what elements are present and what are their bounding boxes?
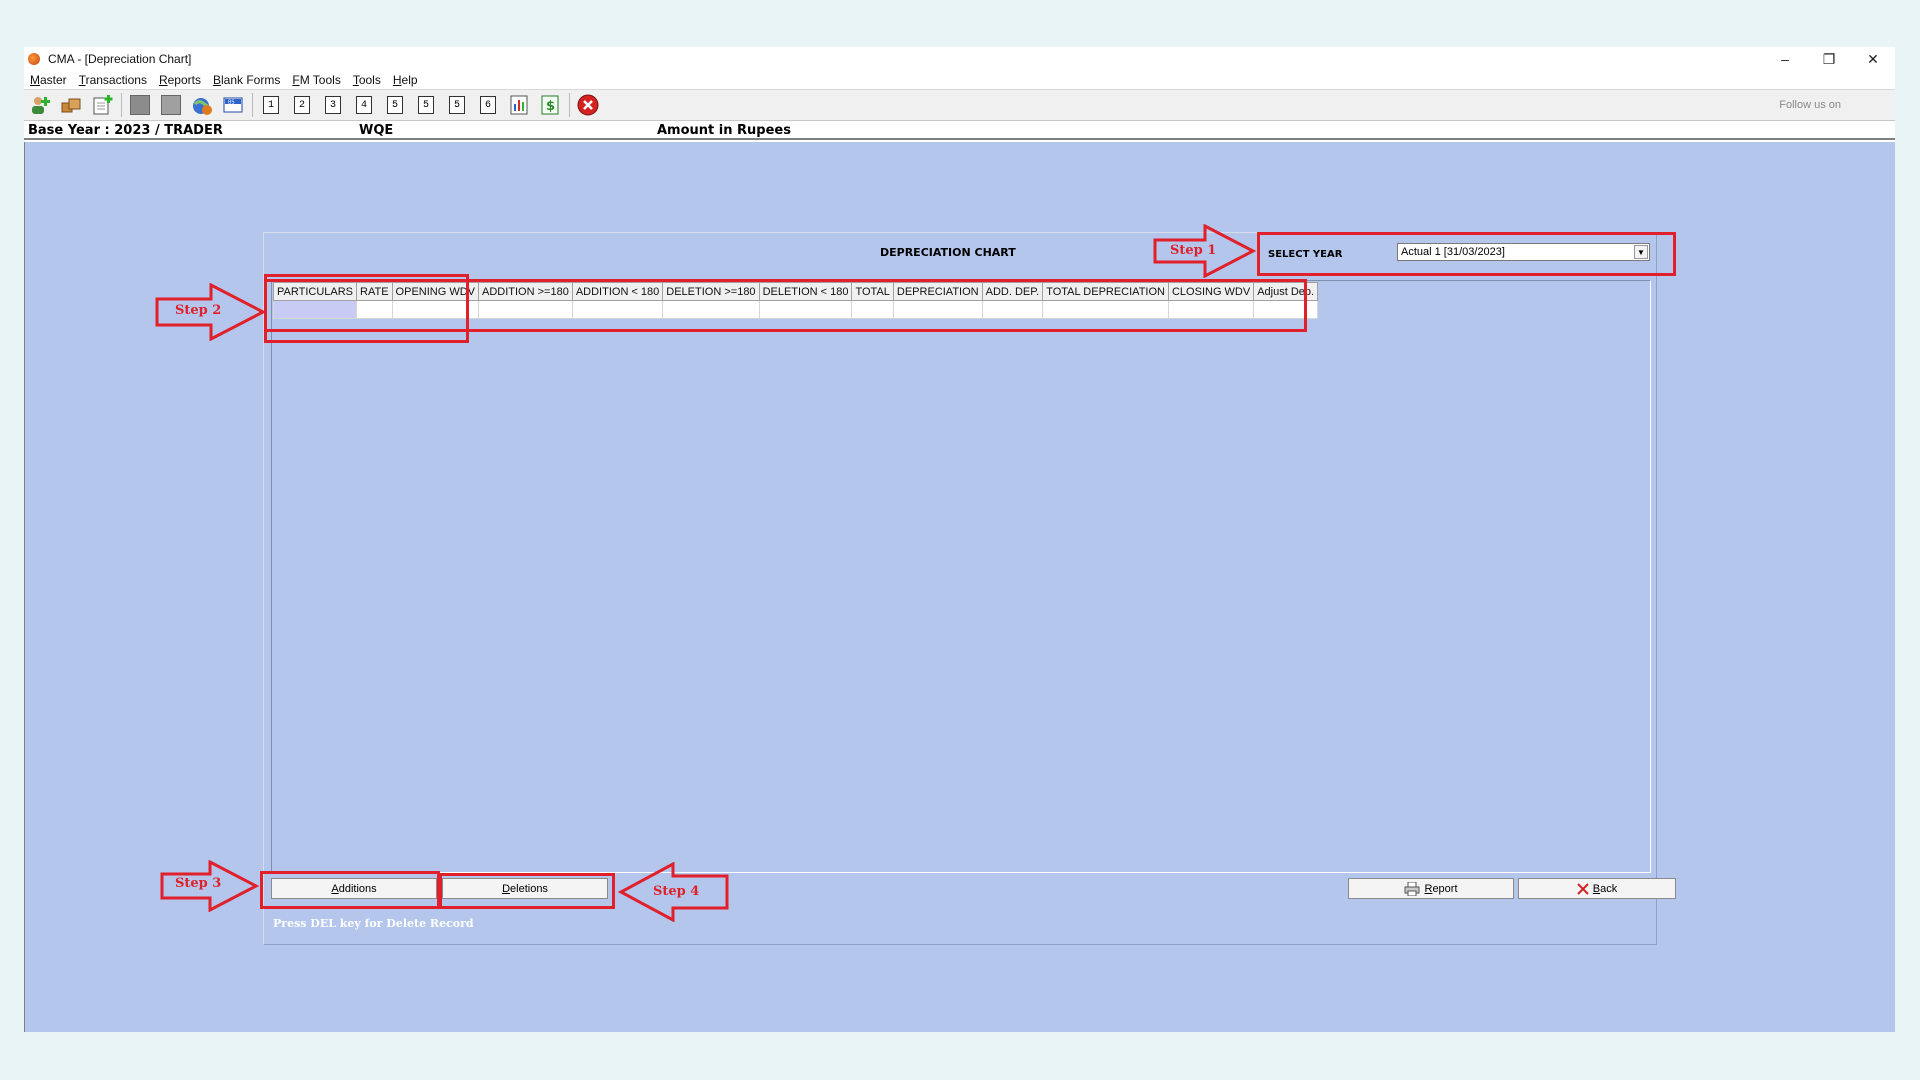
- report-5-icon[interactable]: 5: [383, 93, 407, 117]
- delete-hint: Press DEL key for Delete Record: [273, 917, 474, 930]
- report-1-icon[interactable]: 1: [259, 93, 283, 117]
- report-6-icon[interactable]: 6: [476, 93, 500, 117]
- restore-button[interactable]: ❐: [1807, 47, 1851, 71]
- menu-reports[interactable]: Reports: [153, 73, 207, 87]
- cross-icon: [1577, 882, 1589, 895]
- svg-text:BS: BS: [228, 100, 235, 106]
- toolbar-separator: [569, 93, 570, 117]
- back-button[interactable]: Back: [1518, 878, 1676, 899]
- printer-icon: [1404, 881, 1420, 896]
- toolbar-separator: [252, 93, 253, 117]
- close-window-button[interactable]: ✕: [1851, 47, 1895, 71]
- step2-header-box: [264, 279, 1307, 332]
- step1-label: Step 1: [1170, 243, 1217, 258]
- report-5b-icon[interactable]: 5: [414, 93, 438, 117]
- toolbar: BS 1 2 3 4 5 5 5 6 $ Follow us on: [24, 89, 1895, 121]
- step3-highlight-box: [260, 871, 440, 909]
- app-icon: [28, 53, 40, 65]
- depreciation-grid[interactable]: PARTICULARS RATE OPENING WDV ADDITION >=…: [271, 280, 1651, 873]
- menu-master[interactable]: Master: [24, 73, 73, 87]
- new-doc-icon[interactable]: [90, 93, 114, 117]
- report-3-icon[interactable]: 3: [321, 93, 345, 117]
- amount-unit-label: Amount in Rupees: [657, 123, 791, 138]
- gray-square-icon-2[interactable]: [159, 93, 183, 117]
- chart-icon[interactable]: [507, 93, 531, 117]
- close-icon[interactable]: [576, 93, 600, 117]
- step1-highlight-box: [1257, 232, 1676, 276]
- info-bar: Base Year : 2023 / TRADER WQE Amount in …: [24, 122, 1895, 140]
- boxes-icon[interactable]: [59, 93, 83, 117]
- back-label: Back: [1592, 882, 1618, 895]
- add-party-icon[interactable]: [28, 93, 52, 117]
- report-button[interactable]: Report: [1348, 878, 1514, 899]
- menu-tools[interactable]: Tools: [347, 73, 387, 87]
- menu-blank-forms[interactable]: Blank Forms: [207, 73, 286, 87]
- step2-label: Step 2: [175, 303, 222, 318]
- minimize-button[interactable]: –: [1763, 47, 1807, 71]
- gray-square-icon[interactable]: [128, 93, 152, 117]
- menu-bar: Master Transactions Reports Blank Forms …: [24, 71, 1895, 89]
- report-5c-icon[interactable]: 5: [445, 93, 469, 117]
- base-year-label: Base Year : 2023 / TRADER: [28, 123, 223, 138]
- depreciation-form: DEPRECIATION CHART SELECT YEAR Actual 1 …: [263, 232, 1676, 945]
- menu-transactions[interactable]: Transactions: [73, 73, 153, 87]
- menu-help[interactable]: Help: [387, 73, 424, 87]
- toolbar-separator: [121, 93, 122, 117]
- title-bar: CMA - [Depreciation Chart] – ❐ ✕: [24, 47, 1895, 71]
- step3-label: Step 3: [175, 876, 222, 891]
- globe-icon[interactable]: [190, 93, 214, 117]
- form-title: DEPRECIATION CHART: [880, 246, 1016, 259]
- dollar-icon[interactable]: $: [538, 93, 562, 117]
- menu-fm-tools[interactable]: FM Tools: [286, 73, 346, 87]
- company-name: WQE: [359, 123, 394, 138]
- step4-highlight-box: [439, 873, 615, 909]
- follow-us-text: Follow us on: [1779, 99, 1841, 111]
- report-4-icon[interactable]: 4: [352, 93, 376, 117]
- svg-text:$: $: [546, 99, 555, 114]
- step4-label: Step 4: [653, 884, 700, 899]
- report-label: Report: [1424, 882, 1458, 895]
- report-2-icon[interactable]: 2: [290, 93, 314, 117]
- window-title: CMA - [Depreciation Chart]: [48, 52, 192, 66]
- bs-icon[interactable]: BS: [221, 93, 245, 117]
